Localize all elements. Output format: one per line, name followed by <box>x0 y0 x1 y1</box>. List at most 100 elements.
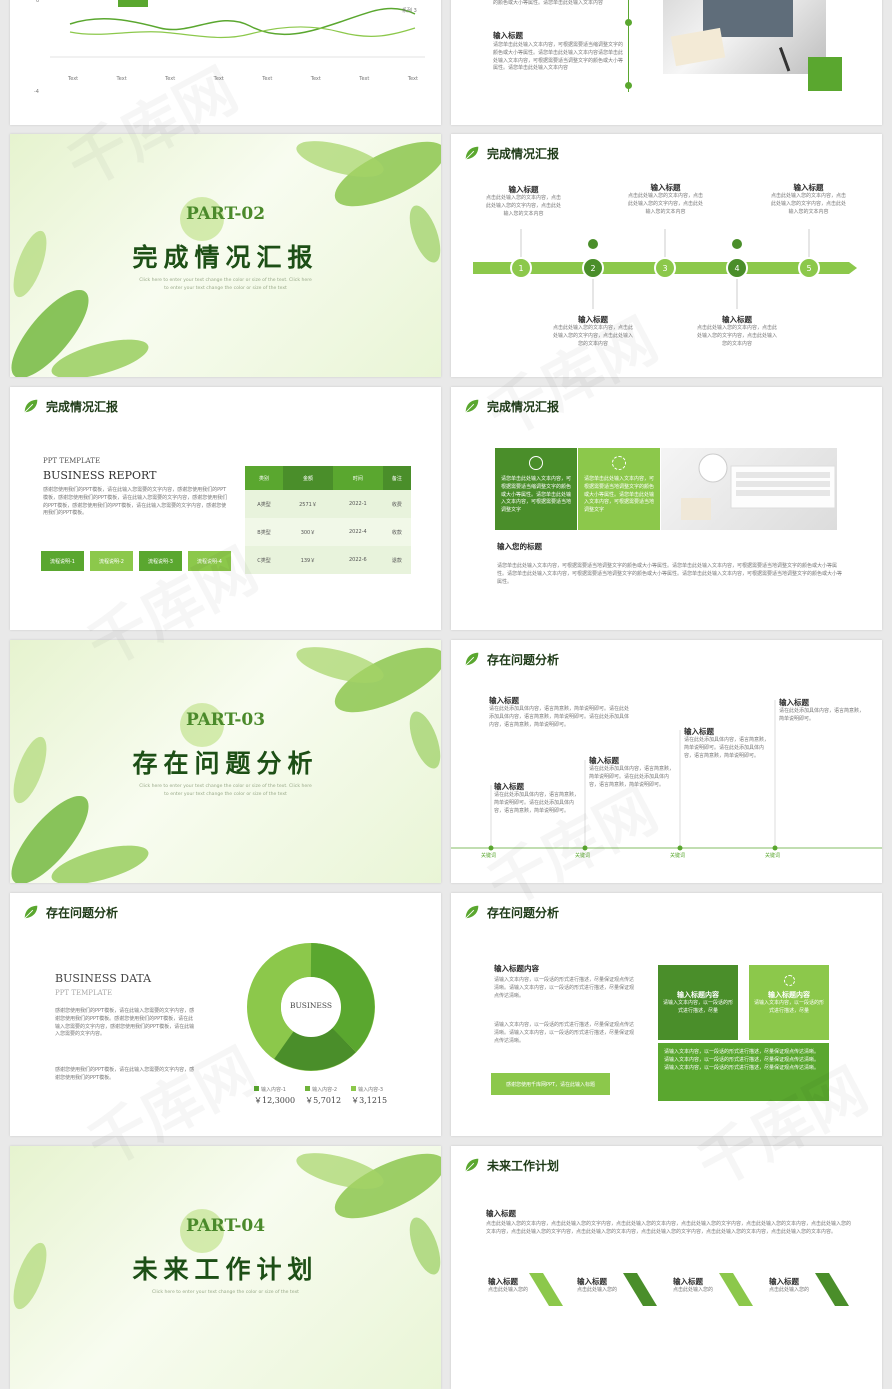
data-table: 类别 金额 时间 备注 A类型 2571￥ 2022-1 收费 B类型 300￥… <box>245 466 411 574</box>
timeline-arrow <box>473 229 857 309</box>
body-text: 请您单击此处输入文本内容，可根据需要适当缩调整文字的颜色或大小等属性。请您单击此… <box>493 42 624 72</box>
plan-item-head: 输入标题 <box>769 1277 799 1286</box>
timeline-node[interactable]: 4 <box>726 257 748 279</box>
box-text: 请您单击此处输入文本内容，可根据需要适当地调整文字的颜色或大小等属性。请您单击此… <box>584 476 655 513</box>
slide-text-photo[interactable]: 的颜色或大小等属性。请您单击此处输入文本内容 输入标题 请您单击此处输入文本内容… <box>451 0 882 125</box>
timeline-node[interactable]: 3 <box>654 257 676 279</box>
photo-heading: 输入您的标题 <box>497 542 542 551</box>
donut-legend: 输入内容-1 ￥12,3000 输入内容-2 ￥5,7012 输入内容-3 ￥3… <box>254 1086 387 1106</box>
flow-button[interactable]: 流程说明-3 <box>139 551 182 571</box>
title-text: 存在问题分析 <box>487 905 560 920</box>
table-row: B类型 300￥ 2022-4 收款 <box>245 518 411 546</box>
slide-cover-part04[interactable]: PART-04 未来工作计划 Click here to enter your … <box>10 1146 441 1389</box>
plan-item-head: 输入标题 <box>488 1277 518 1286</box>
slide-cover-part03[interactable]: PART-03 存在问题分析 Click here to enter your … <box>10 640 441 883</box>
cta-button[interactable]: 感谢您使用千库网PPT，请在此输入标题 <box>491 1073 610 1095</box>
step-text: 请在此处添加具体内容，语言简意赅，简单说明即可。请在此处添加具体内容，语言简意赅… <box>589 766 675 788</box>
table-header: 备注 <box>382 466 411 490</box>
slide-cover-part02[interactable]: PART-02 完成情况汇报 Click here to enter your … <box>10 134 441 377</box>
step-item: 输入标题 请在此处添加具体内容，语言简意赅，简单说明即可。请在此处添加具体内容，… <box>489 695 629 729</box>
title-text: 完成情况汇报 <box>46 399 119 414</box>
table-cell: 300￥ <box>300 529 316 536</box>
flow-button[interactable]: 流程说明-4 <box>188 551 231 571</box>
table-cell: 收费 <box>391 501 402 508</box>
box-text: 请您单击此处输入文本内容，可根据需要适当缩调整文字的颜色或大小等属性。请您单击此… <box>501 476 572 513</box>
slide-report-table[interactable]: 完成情况汇报 PPT TEMPLATE BUSINESS REPORT 感谢您使… <box>10 387 441 630</box>
slide-donut[interactable]: 存在问题分析 BUSINESS DATA PPT TEMPLATE 感谢您使用我… <box>10 893 441 1136</box>
slide-boxes[interactable]: 存在问题分析 输入标题内容 请输入文本内容，以一段话的形式进行描述，尽量保证观点… <box>451 893 882 1136</box>
leaf-icon <box>465 399 479 413</box>
slide-steps[interactable]: 存在问题分析 输入标题 请在此处添加具体内容，语言简意赅，简单说明即可。请在此处… <box>451 640 882 883</box>
table-header-row: 类别 金额 时间 备注 <box>245 466 411 490</box>
card-text: 请输入文本内容，以一段话的形式进行描述，尽量 <box>663 1000 734 1014</box>
timeline-dot <box>625 82 632 89</box>
x-tick: Text <box>310 76 321 82</box>
x-axis-ticks: Text Text Text Text Text Text Text Text <box>68 76 418 84</box>
legend-name-text: 输入内容-2 <box>312 1087 338 1093</box>
photo-body: 请您单击此处输入文本内容，可根据需要适当地调整文字的颜色或大小等属性。请您单击此… <box>497 563 843 585</box>
table-header: 金额 <box>283 466 333 490</box>
step-head: 输入标题 <box>684 727 714 736</box>
label-business-report: BUSINESS REPORT <box>43 469 157 482</box>
timeline-node[interactable]: 1 <box>510 257 532 279</box>
table-header: 时间 <box>332 466 383 490</box>
legend-series: 系列 3 <box>402 8 417 14</box>
keyword: 关键词 <box>575 853 591 859</box>
report-body: 感谢您使用我们的PPT模板，请在此输入您需要的文字内容，感谢您使用我们的PPT模… <box>43 487 228 517</box>
item-head: 输入标题 <box>793 183 824 192</box>
step-text: 请在此处添加具体内容，语言简意赅，简单说明即可。请在此处添加具体内容，语言简意赅… <box>489 706 630 728</box>
table-cell: C类型 <box>257 557 271 564</box>
step-text: 请在此处添加具体内容，语言简意赅，简单说明即可。 <box>779 708 865 722</box>
step-head: 输入标题 <box>589 756 619 765</box>
card-light: 输入标题内容 请输入文本内容，以一段话的形式进行描述，尽量 <box>749 965 829 1040</box>
plan-arrows <box>529 1273 849 1306</box>
step-item: 输入标题 请在此处添加具体内容，语言简意赅，简单说明即可。请在此处添加具体内容，… <box>494 781 580 815</box>
timeline-item-top: 输入标题 点击此处输入您的文本内容，点击此处输入您的文字内容，点击此处输入您的文… <box>771 182 846 216</box>
part-label: PART-04 <box>185 1216 266 1236</box>
card-bottom-text: 请输入文本内容，以一段话的形式进行描述，尽量保证观点传达清晰。请输入文本内容，以… <box>664 1049 820 1071</box>
table-cell: A类型 <box>257 501 271 508</box>
flow-button[interactable]: 流程说明-1 <box>41 551 84 571</box>
slide-timeline[interactable]: 完成情况汇报 1 2 3 4 5 输入标题 点击此处输入您的文本内容，点击此处输… <box>451 134 882 377</box>
subtitle-line: Click here to enter your text change the… <box>152 1290 299 1295</box>
heading: 输入标题 <box>493 31 523 40</box>
item-head: 输入标题 <box>508 185 539 194</box>
donut-body: 感谢您使用我们的PPT模板，请在此输入您需要的文字内容，感谢您使用我们的PPT模… <box>55 1067 195 1081</box>
item-head: 输入标题 <box>650 183 681 192</box>
leaf-icon <box>465 905 479 919</box>
slide-photo-boxes[interactable]: 完成情况汇报 请您单击此处输入文本内容，可根据需要适当缩调整文字的颜色或大小等属… <box>451 387 882 630</box>
plan-item-text: 点击此处输入您的 <box>488 1287 529 1293</box>
table-cell: 2022-6 <box>349 557 367 563</box>
table-cell: 139￥ <box>300 557 316 564</box>
laptop-photo <box>663 0 826 74</box>
keyboard-photo <box>661 448 837 530</box>
item-text: 点击此处输入您的文本内容，点击此处输入您的文字内容，点击此处输入您的文本内容 <box>553 325 634 347</box>
slide-title: 存在问题分析 <box>463 903 559 921</box>
slide-line-chart[interactable]: 0 -4 系列 3 Text Text Text Text Text Text … <box>10 0 441 125</box>
slide-plan[interactable]: 未来工作计划 输入标题 点击此处输入您的文本内容，点击此处输入您的文字内容，点击… <box>451 1146 882 1389</box>
legend-name: 输入内容-3 <box>351 1086 387 1095</box>
keyword: 关键词 <box>765 853 781 859</box>
section-title: 存在问题分析 <box>132 749 319 778</box>
keyword: 关键词 <box>670 853 686 859</box>
label-business-data: BUSINESS DATA <box>55 972 152 985</box>
timeline-node[interactable]: 2 <box>582 257 604 279</box>
step-item: 输入标题 请在此处添加具体内容，语言简意赅，简单说明即可。请在此处添加具体内容，… <box>589 755 675 789</box>
legend-item: 输入内容-2 ￥5,7012 <box>305 1086 341 1106</box>
plan-item-head: 输入标题 <box>673 1277 703 1286</box>
section-title: 未来工作计划 <box>132 1255 319 1284</box>
item-head: 输入标题 <box>722 315 752 324</box>
keyword: 关键词 <box>481 853 497 859</box>
boxes-p2: 请输入文本内容，以一段话的形式进行描述，尽量保证观点传达清晰。请输入文本内容，以… <box>494 1022 635 1044</box>
timeline-node[interactable]: 5 <box>798 257 820 279</box>
subtitle: Click here to enter your text change the… <box>10 1289 441 1297</box>
legend-name-text: 输入内容-1 <box>261 1087 286 1093</box>
item-head: 输入标题 <box>578 315 608 324</box>
step-text: 请在此处添加具体内容，语言简意赅，简单说明即可。请在此处添加具体内容，语言简意赅… <box>684 737 770 759</box>
boxes-p1: 请输入文本内容，以一段话的形式进行描述，尽量保证观点传达清晰。请输入文本内容，以… <box>494 977 635 999</box>
line-chart <box>50 0 425 58</box>
info-box-dark: 请您单击此处输入文本内容，可根据需要适当缩调整文字的颜色或大小等属性。请您单击此… <box>495 448 577 530</box>
part-label: PART-03 <box>185 710 266 730</box>
flow-button[interactable]: 流程说明-2 <box>90 551 133 571</box>
x-tick: Text <box>359 76 370 82</box>
